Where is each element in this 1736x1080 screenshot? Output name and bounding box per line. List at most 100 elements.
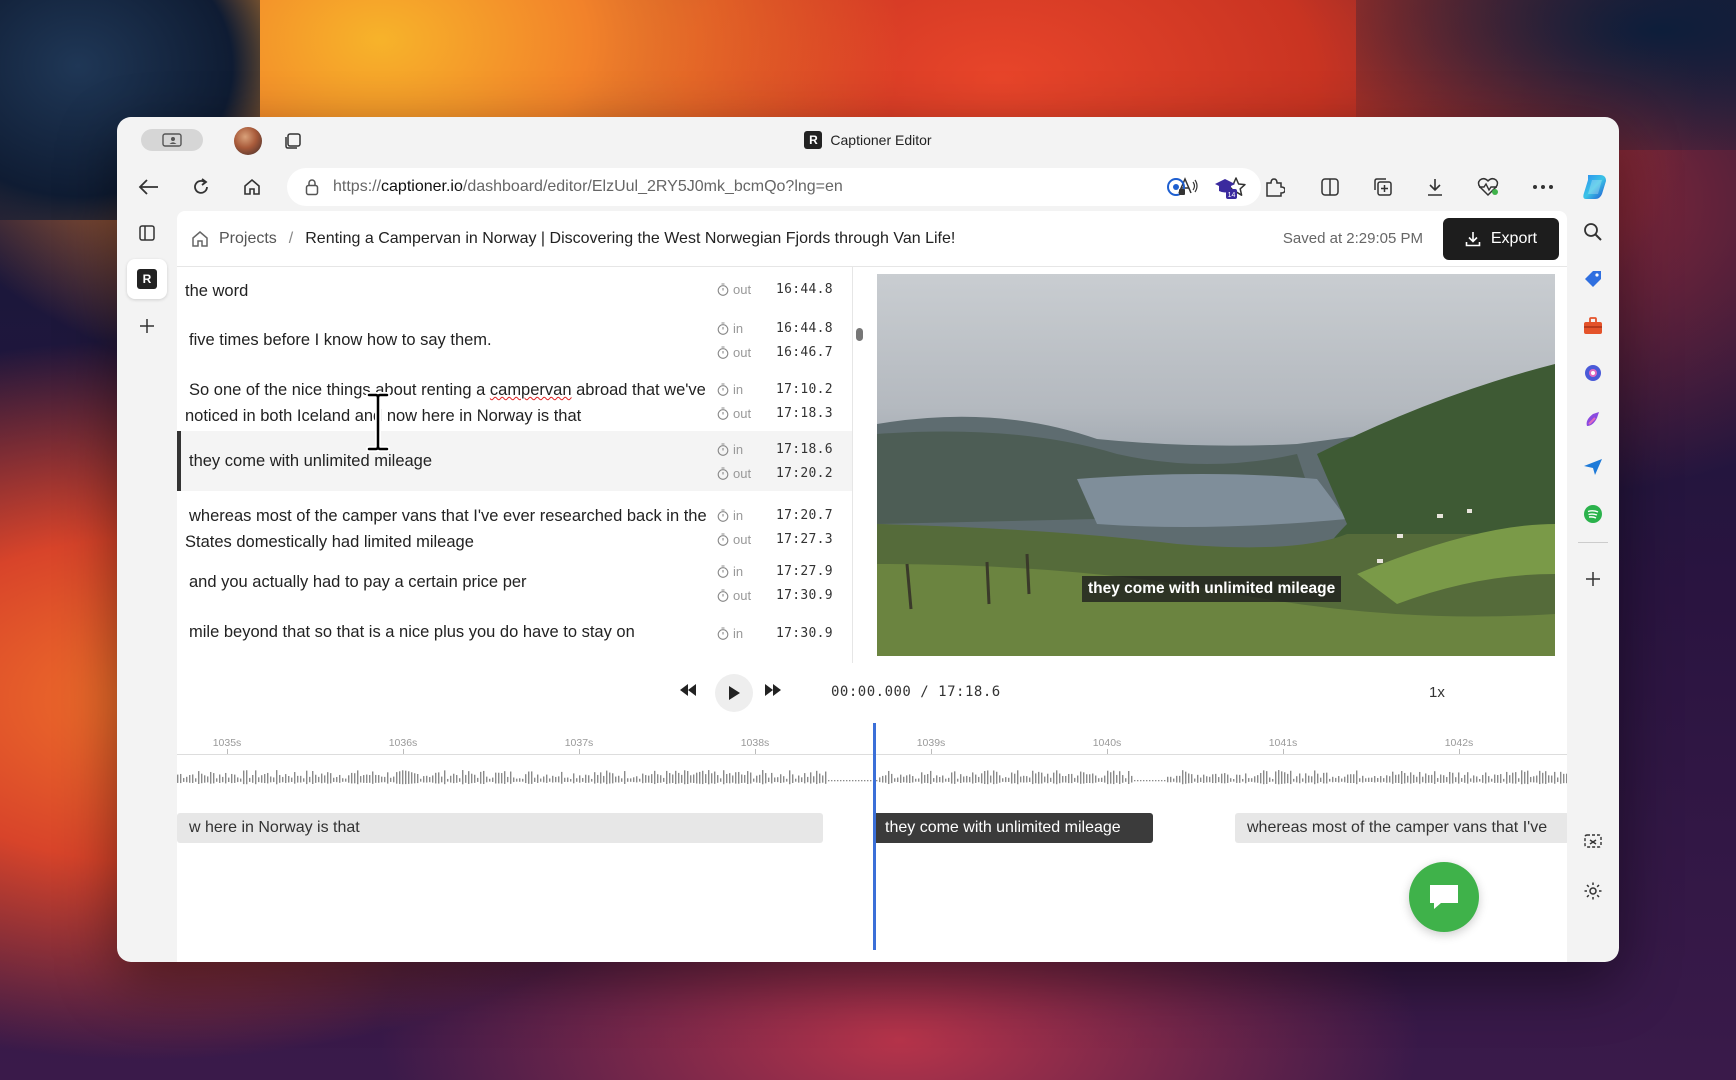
out-time[interactable]: 17:27.3 bbox=[776, 532, 833, 547]
waveform-bar bbox=[327, 772, 329, 784]
waveform-bar bbox=[1542, 772, 1544, 784]
svg-text:14: 14 bbox=[1228, 192, 1236, 199]
waveform-bar bbox=[1374, 776, 1376, 783]
browser-health-icon[interactable] bbox=[1476, 175, 1500, 199]
in-time-row[interactable]: in 17:27.9 bbox=[717, 561, 837, 581]
in-label-text: in bbox=[733, 441, 744, 457]
in-time[interactable]: 17:30.9 bbox=[776, 626, 833, 641]
waveform-bar bbox=[624, 771, 626, 784]
in-time-row[interactable]: in 17:30.9 bbox=[717, 623, 837, 643]
in-time[interactable]: 17:18.6 bbox=[776, 442, 833, 457]
caption-item-selected[interactable]: they come with unlimited mileage in 17:1… bbox=[177, 431, 852, 491]
caption-text[interactable]: the word bbox=[185, 278, 725, 304]
out-time-row[interactable]: out 17:20.2 bbox=[717, 463, 837, 483]
waveform-bar bbox=[1299, 773, 1301, 784]
out-time-row[interactable]: out 16:44.8 bbox=[717, 279, 837, 299]
address-bar[interactable]: https://captioner.io/dashboard/editor/El… bbox=[287, 168, 1261, 206]
reload-icon[interactable] bbox=[189, 175, 213, 199]
caption-text[interactable]: whereas most of the camper vans that I'v… bbox=[185, 503, 719, 555]
caption-list-scrollbar[interactable] bbox=[856, 328, 863, 341]
timeline[interactable]: 1035s 1036s 1037s 1038s 1039s 1040s 1041… bbox=[177, 723, 1567, 962]
back-arrow-icon[interactable] bbox=[137, 175, 161, 199]
video-preview[interactable]: they come with unlimited mileage bbox=[877, 274, 1555, 656]
home-icon[interactable] bbox=[240, 175, 264, 199]
caption-text[interactable]: and you actually had to pay a certain pr… bbox=[189, 569, 729, 595]
out-time[interactable]: 16:46.7 bbox=[776, 345, 833, 360]
caption-item[interactable]: mile beyond that so that is a nice plus … bbox=[177, 609, 852, 663]
in-time-row[interactable]: in 17:20.7 bbox=[717, 505, 837, 525]
toolbox-icon[interactable] bbox=[1579, 312, 1607, 340]
timeline-segment-active[interactable]: they come with unlimited mileage bbox=[873, 813, 1153, 843]
timeline-segment[interactable]: whereas most of the camper vans that I'v… bbox=[1235, 813, 1567, 843]
caption-item[interactable]: and you actually had to pay a certain pr… bbox=[177, 557, 852, 609]
captioner-tab-icon[interactable]: R bbox=[127, 259, 167, 299]
out-time[interactable]: 17:20.2 bbox=[776, 466, 833, 481]
rewind-icon[interactable] bbox=[679, 683, 697, 697]
waveform-bar bbox=[729, 773, 731, 784]
in-time[interactable]: 17:27.9 bbox=[776, 564, 833, 579]
out-time[interactable]: 17:30.9 bbox=[776, 588, 833, 603]
out-time[interactable]: 16:44.8 bbox=[776, 282, 833, 297]
out-time[interactable]: 17:18.3 bbox=[776, 406, 833, 421]
in-time[interactable]: 16:44.8 bbox=[776, 321, 833, 336]
waveform-bar bbox=[1359, 778, 1361, 782]
copilot-icon[interactable] bbox=[1580, 172, 1610, 202]
tab-actions-icon[interactable] bbox=[127, 213, 167, 253]
in-time[interactable]: 17:10.2 bbox=[776, 382, 833, 397]
more-options-icon[interactable] bbox=[1531, 175, 1555, 199]
designer-icon[interactable] bbox=[1579, 406, 1607, 434]
new-tab-plus-icon[interactable] bbox=[127, 306, 167, 346]
caption-item[interactable]: whereas most of the camper vans that I'v… bbox=[177, 491, 852, 557]
out-time-row[interactable]: out 17:27.3 bbox=[717, 529, 837, 549]
out-time-row[interactable]: out 17:30.9 bbox=[717, 585, 837, 605]
add-sidebar-app-icon[interactable] bbox=[1579, 565, 1607, 593]
waveform-bar bbox=[258, 777, 260, 783]
timeline-segment[interactable]: w here in Norway is that bbox=[177, 813, 823, 843]
waveform-bar bbox=[879, 777, 881, 783]
waveform-bar bbox=[1035, 773, 1037, 784]
settings-gear-icon[interactable] bbox=[1579, 877, 1607, 905]
extension-graduation-icon[interactable]: 14 bbox=[1213, 175, 1237, 199]
playhead[interactable] bbox=[873, 723, 876, 950]
fast-forward-icon[interactable] bbox=[764, 683, 782, 697]
waveform-bar bbox=[180, 773, 182, 784]
playback-speed[interactable]: 1x bbox=[1429, 684, 1445, 701]
breadcrumb-projects-link[interactable]: Projects bbox=[219, 230, 277, 248]
in-time-row[interactable]: in 17:18.6 bbox=[717, 439, 837, 459]
caption-item[interactable]: the word out 16:44.8 bbox=[177, 267, 852, 315]
support-chat-button[interactable] bbox=[1409, 862, 1479, 932]
password-manager-icon[interactable] bbox=[1164, 175, 1188, 199]
export-button[interactable]: Export bbox=[1443, 218, 1559, 260]
in-time-row[interactable]: in 17:10.2 bbox=[717, 379, 837, 399]
in-time[interactable]: 17:20.7 bbox=[776, 508, 833, 523]
home-icon[interactable] bbox=[191, 230, 209, 248]
split-screen-icon[interactable] bbox=[1318, 175, 1342, 199]
lock-icon[interactable] bbox=[305, 178, 319, 196]
tag-icon[interactable] bbox=[1579, 265, 1607, 293]
search-icon[interactable] bbox=[1579, 218, 1607, 246]
out-time-row[interactable]: out 17:18.3 bbox=[717, 403, 837, 423]
waveform-bar bbox=[1227, 774, 1229, 783]
caption-text[interactable]: they come with unlimited mileage bbox=[189, 448, 729, 474]
in-time-row[interactable]: in 16:44.8 bbox=[717, 318, 837, 338]
waveform-bar bbox=[441, 776, 443, 783]
caption-text[interactable]: mile beyond that so that is a nice plus … bbox=[189, 619, 729, 645]
collections-add-icon[interactable] bbox=[1371, 175, 1395, 199]
extensions-puzzle-icon[interactable] bbox=[1262, 175, 1286, 199]
caption-text[interactable]: So one of the nice things about renting … bbox=[185, 377, 719, 429]
screenshot-icon[interactable] bbox=[1579, 828, 1607, 856]
download-icon[interactable] bbox=[1423, 175, 1447, 199]
waveform-bar bbox=[1218, 777, 1220, 783]
office-icon[interactable] bbox=[1579, 359, 1607, 387]
spellcheck-word[interactable]: campervan bbox=[490, 381, 572, 399]
waveform-bar bbox=[1350, 774, 1352, 784]
caption-text[interactable]: five times before I know how to say them… bbox=[189, 327, 729, 353]
out-time-row[interactable]: out 16:46.7 bbox=[717, 342, 837, 362]
spotify-icon[interactable] bbox=[1579, 500, 1607, 528]
play-button[interactable] bbox=[715, 674, 753, 712]
send-icon[interactable] bbox=[1579, 453, 1607, 481]
waveform-bar bbox=[636, 776, 638, 783]
caption-item[interactable]: So one of the nice things about renting … bbox=[177, 365, 852, 431]
waveform-bar bbox=[303, 778, 305, 782]
caption-item[interactable]: five times before I know how to say them… bbox=[177, 315, 852, 365]
